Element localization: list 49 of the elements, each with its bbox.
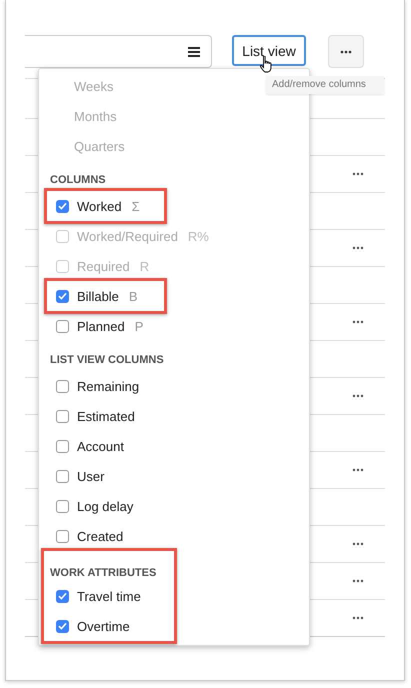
row-actions-icon[interactable] bbox=[352, 468, 364, 472]
checkbox-label: Worked/Required bbox=[77, 228, 178, 244]
section-heading: LIST VIEW COLUMNS bbox=[49, 353, 165, 368]
check-icon bbox=[58, 202, 67, 210]
checkbox-label: Created bbox=[77, 528, 124, 544]
menu-icon bbox=[188, 46, 200, 56]
checkbox-label: Worked bbox=[77, 198, 122, 214]
list-view-button[interactable]: List view bbox=[232, 35, 306, 66]
checkbox[interactable] bbox=[56, 500, 69, 512]
checkbox-label: Estimated bbox=[77, 408, 135, 424]
check-icon bbox=[58, 292, 67, 300]
filter-field[interactable] bbox=[25, 35, 212, 68]
checkbox-label: Planned bbox=[77, 318, 125, 334]
shortcut-label: R bbox=[140, 258, 150, 274]
checkbox-label: Log delay bbox=[77, 498, 134, 514]
checkbox-label: Billable bbox=[77, 288, 119, 304]
section-heading: COLUMNS bbox=[49, 173, 107, 188]
checkbox[interactable] bbox=[56, 590, 69, 602]
checkbox[interactable] bbox=[56, 380, 69, 392]
checkbox[interactable] bbox=[56, 320, 69, 332]
checkbox-label: User bbox=[77, 468, 104, 484]
checkbox-label: Required bbox=[77, 258, 130, 274]
ellipsis-icon bbox=[340, 50, 352, 54]
checkbox-label: Overtime bbox=[77, 618, 130, 634]
section-heading: WORK ATTRIBUTES bbox=[49, 566, 158, 581]
checkbox-label: Remaining bbox=[77, 378, 140, 394]
checkbox[interactable] bbox=[56, 440, 69, 452]
row-actions-icon[interactable] bbox=[352, 246, 364, 250]
checkbox[interactable] bbox=[56, 290, 69, 302]
checkbox-label: Account bbox=[77, 438, 124, 454]
checkbox[interactable] bbox=[56, 620, 69, 632]
checkbox[interactable] bbox=[56, 470, 69, 482]
checkbox[interactable] bbox=[56, 530, 69, 542]
shortcut-label: B bbox=[128, 288, 138, 304]
row-actions-icon[interactable] bbox=[352, 320, 364, 324]
check-icon bbox=[58, 622, 67, 630]
checkbox-label: Travel time bbox=[77, 588, 141, 604]
shortcut-label: P bbox=[134, 318, 144, 334]
row-actions-icon[interactable] bbox=[352, 616, 364, 620]
row-actions-icon[interactable] bbox=[352, 542, 364, 546]
shortcut-label: R% bbox=[188, 228, 209, 244]
checkbox[interactable] bbox=[56, 200, 69, 212]
shortcut-label: Σ bbox=[132, 198, 140, 214]
row-actions-icon[interactable] bbox=[352, 172, 364, 176]
row-actions-icon[interactable] bbox=[352, 579, 364, 583]
check-icon bbox=[58, 592, 67, 600]
row-actions-icon[interactable] bbox=[352, 394, 364, 398]
tooltip: Add/remove columns bbox=[266, 76, 384, 94]
checkbox[interactable] bbox=[56, 410, 69, 422]
